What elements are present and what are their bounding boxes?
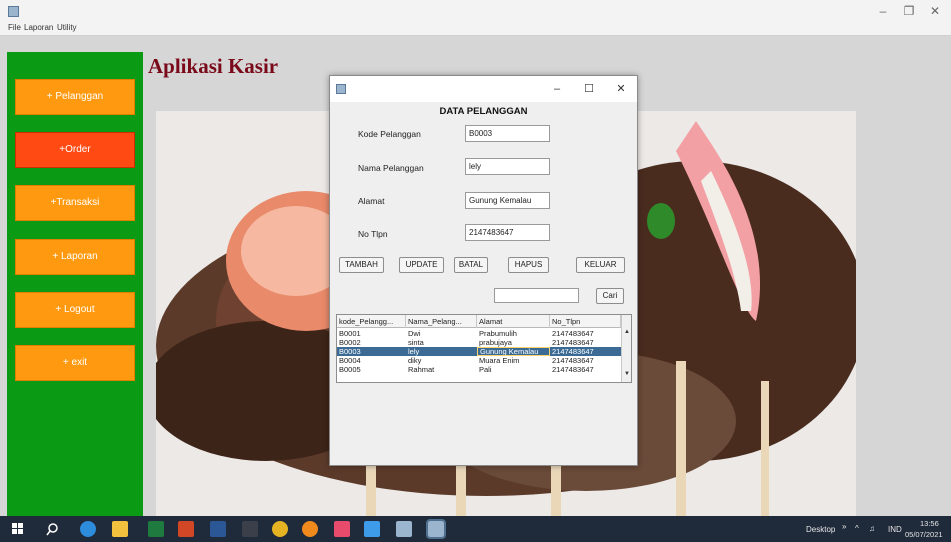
firefox-icon[interactable] bbox=[302, 521, 318, 537]
alamat-field[interactable]: Gunung Kemalau bbox=[465, 192, 550, 209]
table-cell: prabujaya bbox=[479, 338, 512, 347]
table-cell: 2147483647 bbox=[552, 356, 594, 365]
table-cell: 2147483647 bbox=[552, 365, 594, 374]
no-tlpn-field[interactable]: 2147483647 bbox=[465, 224, 550, 241]
search-input[interactable] bbox=[494, 288, 579, 303]
cari-button[interactable]: Cari bbox=[596, 288, 624, 304]
hapus-button[interactable]: HAPUS bbox=[508, 257, 549, 273]
update-button[interactable]: UPDATE bbox=[399, 257, 444, 273]
search-icon[interactable] bbox=[46, 522, 60, 536]
dialog-titlebar: – ☐ ✕ bbox=[330, 76, 637, 102]
column-header[interactable]: Nama_Pelang... bbox=[406, 315, 477, 328]
pelanggan-table[interactable]: kode_Pelangg... Nama_Pelang... Alamat No… bbox=[336, 314, 632, 383]
java-dialog-taskbar-icon[interactable] bbox=[426, 519, 446, 539]
paint-icon[interactable] bbox=[242, 521, 258, 537]
chevron-up-icon[interactable]: ^ bbox=[855, 524, 859, 533]
java-app-icon bbox=[8, 6, 19, 17]
java-app-taskbar-icon[interactable] bbox=[396, 521, 412, 537]
language-indicator[interactable]: IND bbox=[888, 525, 902, 534]
app-title: Aplikasi Kasir bbox=[148, 54, 279, 78]
edge-browser-icon[interactable] bbox=[80, 521, 96, 537]
table-row[interactable]: B0002 sinta prabujaya 2147483647 bbox=[337, 338, 621, 347]
chevron-right-icon[interactable]: » bbox=[842, 522, 846, 531]
table-cell: Muara Enim bbox=[479, 356, 520, 365]
close-button[interactable]: ✕ bbox=[922, 2, 948, 20]
pelanggan-button[interactable]: + Pelanggan bbox=[15, 79, 135, 115]
table-row[interactable]: B0001 Dwi Prabumulih 2147483647 bbox=[337, 329, 621, 338]
exit-button[interactable]: + exit bbox=[15, 345, 135, 381]
chrome-icon[interactable] bbox=[272, 521, 288, 537]
tambah-button[interactable]: TAMBAH bbox=[339, 257, 384, 273]
nama-pelanggan-label: Nama Pelanggan bbox=[358, 163, 424, 173]
table-row[interactable]: B0004 diky Muara Enim 2147483647 bbox=[337, 356, 621, 365]
alamat-label: Alamat bbox=[358, 196, 385, 206]
column-header[interactable]: Alamat bbox=[477, 315, 550, 328]
order-button[interactable]: +Order bbox=[15, 132, 135, 168]
netbeans-icon[interactable] bbox=[364, 521, 380, 537]
table-cell: B0004 bbox=[339, 356, 361, 365]
data-pelanggan-dialog: – ☐ ✕ DATA PELANGGAN Kode Pelanggan B000… bbox=[329, 75, 638, 466]
dialog-heading: DATA PELANGGAN bbox=[439, 106, 528, 117]
word-icon[interactable] bbox=[210, 521, 226, 537]
laporan-button[interactable]: + Laporan bbox=[15, 239, 135, 275]
nama-pelanggan-field[interactable]: lely bbox=[465, 158, 550, 175]
transaksi-button[interactable]: +Transaksi bbox=[15, 185, 135, 221]
windows-start-icon[interactable] bbox=[12, 523, 24, 535]
table-row-selected[interactable]: B0003 lely Gunung Kemalau 2147483647 bbox=[337, 347, 621, 356]
app-icon[interactable] bbox=[334, 521, 350, 537]
dialog-close-button[interactable]: ✕ bbox=[611, 80, 631, 98]
table-cell: B0001 bbox=[339, 329, 361, 338]
table-cell: Rahmat bbox=[408, 365, 435, 374]
table-cell: sinta bbox=[408, 338, 424, 347]
table-cell: diky bbox=[408, 356, 422, 365]
dialog-app-icon bbox=[336, 84, 346, 94]
scroll-down-arrow-icon[interactable]: ▼ bbox=[623, 371, 631, 377]
table-cell: Prabumulih bbox=[479, 329, 517, 338]
kode-pelanggan-label: Kode Pelanggan bbox=[358, 129, 421, 139]
dialog-minimize-button[interactable]: – bbox=[547, 80, 567, 98]
table-cell: Dwi bbox=[408, 329, 421, 338]
clock-date[interactable]: 05/07/2021 bbox=[905, 530, 943, 539]
clock-time[interactable]: 13:56 bbox=[920, 519, 939, 528]
minimize-button[interactable]: – bbox=[870, 2, 896, 20]
excel-icon[interactable] bbox=[148, 521, 164, 537]
table-cell: 2147483647 bbox=[552, 347, 594, 356]
sidebar: + Pelanggan +Order +Transaksi + Laporan … bbox=[7, 52, 143, 516]
table-cell: B0005 bbox=[339, 365, 361, 374]
table-row[interactable]: B0005 Rahmat Pali 2147483647 bbox=[337, 365, 621, 374]
kode-pelanggan-field[interactable]: B0003 bbox=[465, 125, 550, 142]
table-scrollbar[interactable]: ▲ ▼ bbox=[621, 315, 631, 382]
table-cell: 2147483647 bbox=[552, 329, 594, 338]
table-cell: 2147483647 bbox=[552, 338, 594, 347]
batal-button[interactable]: BATAL bbox=[454, 257, 488, 273]
menu-file[interactable]: File bbox=[8, 23, 21, 32]
table-cell-focused: Gunung Kemalau bbox=[477, 347, 550, 356]
column-header[interactable]: kode_Pelangg... bbox=[337, 315, 406, 328]
table-cell: Pali bbox=[479, 365, 492, 374]
file-explorer-icon[interactable] bbox=[112, 521, 128, 537]
keluar-button[interactable]: KELUAR bbox=[576, 257, 625, 273]
table-cell: lely bbox=[408, 347, 420, 356]
dialog-maximize-button[interactable]: ☐ bbox=[579, 80, 599, 98]
logout-button[interactable]: + Logout bbox=[15, 292, 135, 328]
powerpoint-icon[interactable] bbox=[178, 521, 194, 537]
menu-laporan[interactable]: Laporan bbox=[24, 23, 53, 32]
table-cell: B0002 bbox=[339, 338, 361, 347]
table-header: kode_Pelangg... Nama_Pelang... Alamat No… bbox=[337, 315, 621, 328]
column-header[interactable]: No_Tlpn bbox=[550, 315, 621, 328]
taskbar: Desktop » ^ ♫ IND 13:56 05/07/2021 bbox=[0, 516, 951, 542]
menu-bar: File Laporan Utility bbox=[0, 22, 951, 36]
menu-utility[interactable]: Utility bbox=[57, 23, 77, 32]
restore-button[interactable]: ❐ bbox=[896, 2, 922, 20]
volume-icon[interactable]: ♫ bbox=[869, 524, 875, 533]
scroll-up-arrow-icon[interactable]: ▲ bbox=[623, 329, 631, 335]
no-tlpn-label: No Tlpn bbox=[358, 229, 388, 239]
table-cell: B0003 bbox=[339, 347, 361, 356]
app-titlebar: – ❐ ✕ bbox=[0, 0, 951, 22]
desktop-toolbar-label[interactable]: Desktop bbox=[806, 525, 835, 534]
